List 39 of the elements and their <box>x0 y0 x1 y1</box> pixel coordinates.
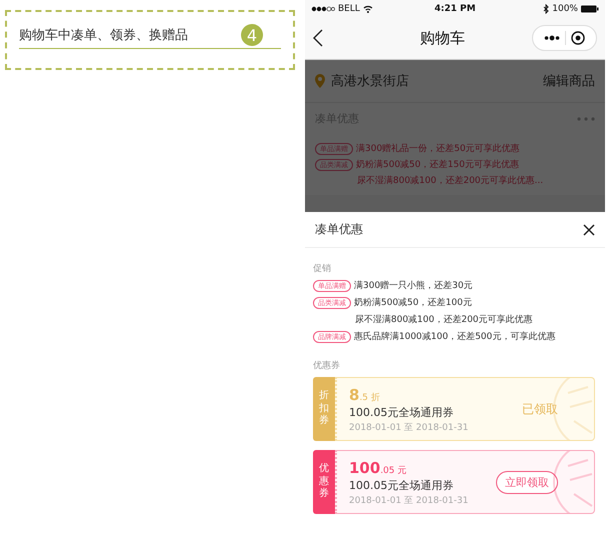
coupon-side-label: 优惠券 <box>313 450 335 514</box>
bluetooth-icon <box>543 4 550 14</box>
more-dots-icon <box>577 116 595 120</box>
coupon-dates: 2018-01-01 至 2018-01-31 <box>349 422 468 434</box>
section-label: 优惠券 <box>313 360 341 372</box>
page-title: 购物车 <box>420 28 465 48</box>
promo-text: 满300赠礼品一份，还差50元可享此优惠 <box>356 142 520 155</box>
promo-text: 尿不湿满800减100，还差200元可享此优惠... <box>357 174 544 187</box>
carrier-text: BELL <box>338 4 360 14</box>
coupon-amount: 100.05 元 <box>349 458 408 476</box>
step-marker: 4 <box>241 24 263 46</box>
coupon-name: 100.05元全场通用券 <box>349 404 454 420</box>
section-label: 促销 <box>313 262 332 275</box>
annotation-text: 购物车中凑单、领券、换赠品 <box>19 27 188 44</box>
promo-text: 奶粉满500减50，还差150元可享此优惠 <box>356 158 519 171</box>
edit-goods-link[interactable]: 编辑商品 <box>543 72 595 90</box>
coupon-side-label: 折扣券 <box>313 377 335 441</box>
wifi-icon <box>362 4 373 12</box>
store-name: 高港水景街店 <box>331 73 409 90</box>
promo-text: 奶粉满500减50，还差100元 <box>354 296 472 309</box>
promo-text: 尿不湿满800减100，还差200元可享此优惠 <box>355 314 533 326</box>
coupon-name: 100.05元全场通用券 <box>349 478 454 492</box>
battery-text: 100% <box>552 4 578 14</box>
close-button[interactable] <box>583 224 595 236</box>
promo-text: 惠氏品牌满1000减100，还差500元，可享此优惠 <box>354 330 556 343</box>
sheet-title: 凑单优惠 <box>315 221 363 238</box>
more-icon <box>544 35 560 41</box>
chevron-left-icon <box>313 29 323 47</box>
claim-button[interactable]: 立即领取 <box>496 470 558 494</box>
location-pin-icon <box>315 74 325 88</box>
promo-text: 满300赠一只小熊，还差30元 <box>354 280 473 292</box>
battery-icon <box>580 4 599 12</box>
target-icon <box>571 31 585 45</box>
coupon-amount: 8.5 折 <box>349 384 382 404</box>
signal-icon <box>311 6 335 12</box>
coupon-dates: 2018-01-01 至 2018-01-31 <box>349 494 468 506</box>
claimed-status: 已领取 <box>522 400 558 418</box>
clock-text: 4:21 PM <box>434 4 476 14</box>
close-icon <box>583 224 595 236</box>
